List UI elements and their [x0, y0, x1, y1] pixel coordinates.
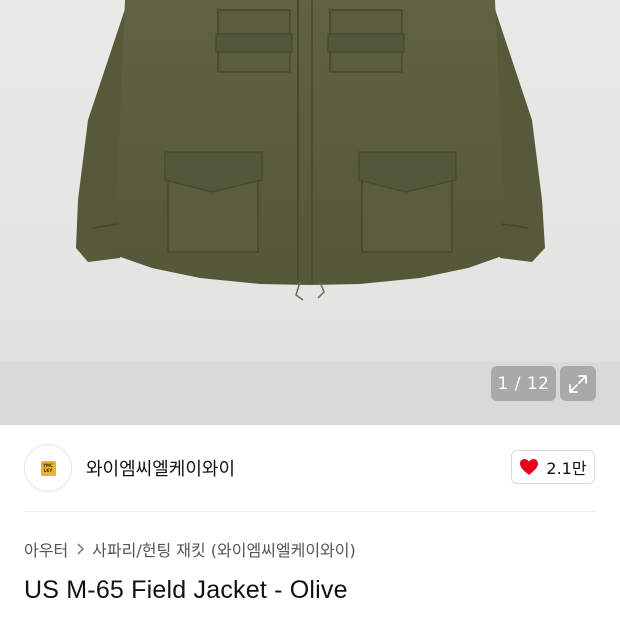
breadcrumb: 아우터 사파리/헌팅 재킷 (와이엠씨엘케이와이)	[24, 537, 356, 561]
brand-logo-text-line2: LKY	[43, 468, 53, 473]
chevron-right-icon	[76, 543, 85, 555]
expand-icon	[569, 374, 587, 393]
brand-name-link[interactable]: 와이엠씨엘케이와이	[86, 455, 235, 481]
section-divider	[24, 511, 596, 512]
breadcrumb-category[interactable]: 아우터	[24, 537, 68, 561]
expand-image-button[interactable]	[560, 366, 596, 401]
like-count: 2.1만	[546, 459, 587, 478]
brand-logo-badge: YMC LKY	[40, 460, 56, 476]
like-button[interactable]: 2.1만	[511, 450, 595, 484]
product-title: US M-65 Field Jacket - Olive	[24, 576, 348, 604]
product-image-gallery[interactable]: 1 / 12	[0, 0, 620, 425]
image-counter: 1 / 12	[491, 366, 556, 401]
breadcrumb-subcategory[interactable]: 사파리/헌팅 재킷 (와이엠씨엘케이와이)	[92, 537, 356, 561]
product-image-jacket	[76, 0, 545, 301]
brand-logo[interactable]: YMC LKY	[24, 444, 72, 492]
heart-icon	[520, 459, 539, 475]
brand-row: YMC LKY 와이엠씨엘케이와이 2.1만	[0, 425, 620, 510]
